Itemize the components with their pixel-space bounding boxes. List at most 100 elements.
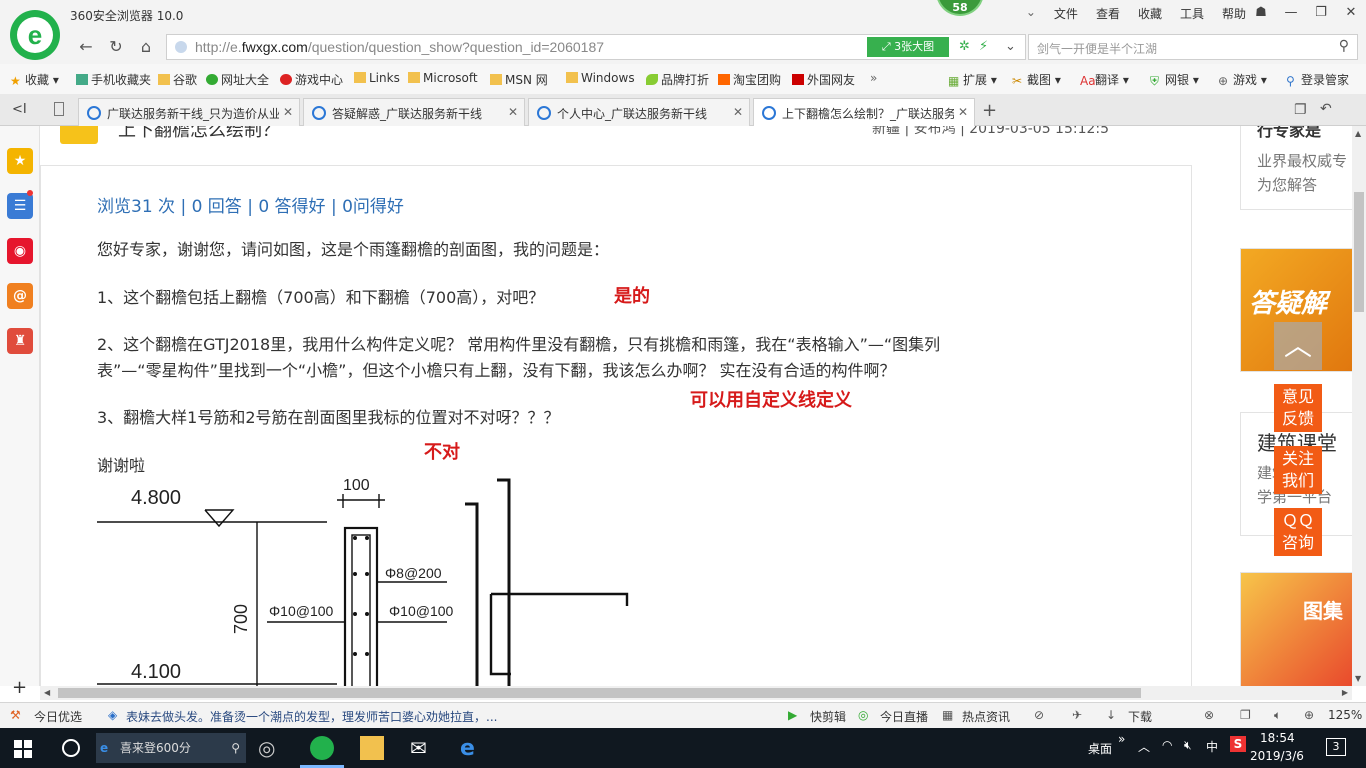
follow-us-button[interactable]: 关注 我们 xyxy=(1274,446,1322,494)
qq-consult-button[interactable]: ＱＱ 咨询 xyxy=(1274,508,1322,556)
tool-translate[interactable]: Aa翻译 ▾ xyxy=(1080,71,1129,88)
bookmark-foreign[interactable]: 外国网友 xyxy=(792,71,855,88)
scroll-left-icon[interactable]: ◀ xyxy=(44,688,50,697)
speaker-muted-icon[interactable]: 🔇︎ xyxy=(1184,738,1192,753)
search-input[interactable]: 剑气一开便是半个江湖 xyxy=(1037,40,1157,57)
big-pic-button[interactable]: ⤢ 3张大图 xyxy=(867,37,949,57)
search-box[interactable]: 剑气一开便是半个江湖 ⚲ xyxy=(1028,34,1358,60)
tab-qa[interactable]: 答疑解惑_广联达服务新干线 ✕ xyxy=(303,98,525,126)
bookmark-brand[interactable]: 品牌打折 xyxy=(646,71,709,88)
reload-icon[interactable]: ↻ xyxy=(106,37,126,57)
scroll-down-icon[interactable]: ▼ xyxy=(1355,674,1361,683)
address-bar[interactable]: http://e.fwxgx.com/question/question_sho… xyxy=(166,34,1026,60)
volume-icon[interactable]: 🔈︎ xyxy=(1274,708,1281,723)
browser-logo-icon[interactable]: e xyxy=(10,10,60,60)
tray-expand-icon[interactable]: ︿ xyxy=(1138,738,1150,755)
more-bookmarks-icon[interactable]: » xyxy=(870,71,877,85)
bookmark-taobao[interactable]: 淘宝团购 xyxy=(718,71,781,88)
window-icon[interactable]: ❐ xyxy=(1240,708,1251,722)
search-icon[interactable]: ⚲ xyxy=(231,733,240,763)
skin-icon[interactable]: ☗ xyxy=(1246,0,1276,26)
page-icon[interactable] xyxy=(54,102,64,116)
horizontal-scrollbar[interactable]: ◀ ▶ xyxy=(40,686,1352,700)
zoom-level[interactable]: 125% xyxy=(1328,708,1362,722)
list-icon[interactable]: ☰ xyxy=(7,193,33,219)
desktop-chevron-icon[interactable]: » xyxy=(1118,732,1125,746)
notification-center-icon[interactable]: 3 xyxy=(1326,738,1346,756)
close-icon[interactable]: ✕ xyxy=(278,105,293,119)
windows-start-icon[interactable] xyxy=(14,740,32,758)
tool-screenshot[interactable]: ✂ 截图 ▾ xyxy=(1012,71,1061,88)
today-picks-link[interactable]: 今日优选 xyxy=(34,708,82,725)
pin-icon[interactable]: ✈ xyxy=(1072,708,1082,722)
undo-close-icon[interactable]: ↶ xyxy=(1320,101,1332,117)
bookmark-nav[interactable]: 网址大全 xyxy=(206,71,269,88)
tab-service[interactable]: 广联达服务新干线_只为造价从业 ✕ xyxy=(78,98,300,126)
chevron-down-icon[interactable]: ⌄ xyxy=(1005,39,1016,54)
cortana-icon[interactable] xyxy=(62,739,80,757)
lightning-icon[interactable]: ⚡ xyxy=(979,39,988,54)
gear-icon[interactable]: ✲ xyxy=(959,39,970,54)
mail-app-icon[interactable]: ✉ xyxy=(410,736,434,760)
expert-ad[interactable]: 行专家是 业界最权威专 为您解答 xyxy=(1240,126,1352,210)
menu-view[interactable]: 查看 xyxy=(1096,5,1120,22)
back-to-top-button[interactable]: ︿ xyxy=(1274,322,1322,370)
url-text[interactable]: http://e.fwxgx.com/question/question_sho… xyxy=(195,39,604,55)
bookmark-msn[interactable]: MSN 网 xyxy=(490,71,548,88)
mail-icon[interactable]: @ xyxy=(7,283,33,309)
sogou-icon[interactable]: S xyxy=(1230,736,1246,752)
question-stats[interactable]: 浏览31 次 | 0 回答 | 0 答得好 | 0问得好 xyxy=(97,192,404,217)
weibo-icon[interactable]: ◉ xyxy=(7,238,33,264)
favorites-star-icon[interactable]: ★ xyxy=(7,148,33,174)
desktop-label[interactable]: 桌面 xyxy=(1088,740,1112,757)
file-explorer-icon[interactable] xyxy=(360,736,384,760)
wifi-icon[interactable]: ◠ xyxy=(1162,738,1172,752)
close-icon[interactable]: ✕ xyxy=(503,105,518,119)
tab-profile[interactable]: 个人中心_广联达服务新干线 ✕ xyxy=(528,98,750,126)
tab-list-icon[interactable]: ❐ xyxy=(1294,102,1307,118)
tool-login-manager[interactable]: ⚲ 登录管家 xyxy=(1286,71,1349,88)
maximize-button[interactable]: ❐ xyxy=(1306,0,1336,26)
atlas-ad[interactable]: 图集 xyxy=(1240,572,1352,686)
minimize-button[interactable]: — xyxy=(1276,0,1306,26)
menu-help[interactable]: 帮助 xyxy=(1222,5,1246,22)
scroll-up-icon[interactable]: ▲ xyxy=(1355,129,1361,138)
bookmark-microsoft[interactable]: Microsoft xyxy=(408,71,478,85)
scroll-right-icon[interactable]: ▶ xyxy=(1342,688,1348,697)
bookmark-favorites[interactable]: ★ 收藏 ▾ xyxy=(10,71,59,88)
home-icon[interactable]: ⌂ xyxy=(136,37,156,57)
taskbar-search[interactable]: e 喜来登600分 ⚲ xyxy=(96,733,246,763)
quick-edit-link[interactable]: 快剪辑 xyxy=(810,708,846,725)
clean-icon[interactable]: ⊗ xyxy=(1204,708,1214,722)
bookmark-games[interactable]: 游戏中心 xyxy=(280,71,343,88)
chevron-down-icon[interactable]: ⌄ xyxy=(1026,5,1036,22)
tool-games[interactable]: ⊕ 游戏 ▾ xyxy=(1218,71,1267,88)
bookmark-windows[interactable]: Windows xyxy=(566,71,635,85)
live-link[interactable]: 今日直播 xyxy=(880,708,928,725)
clock-date[interactable]: 2019/3/6 xyxy=(1250,749,1304,763)
add-sidebar-icon[interactable]: + xyxy=(12,677,27,698)
news-ticker[interactable]: 表妹去做头发。准备烫一个潮点的发型，理发师苦口婆心劝她拉直，... xyxy=(126,708,497,725)
bookmark-google[interactable]: 谷歌 xyxy=(158,71,197,88)
horizontal-scroll-thumb[interactable] xyxy=(58,688,1141,698)
browser-360-icon[interactable] xyxy=(310,736,334,760)
close-button[interactable]: ✕ xyxy=(1336,0,1366,26)
search-icon[interactable]: ⚲ xyxy=(1339,38,1349,54)
tool-bank[interactable]: ⛨ 网银 ▾ xyxy=(1150,71,1199,88)
sidebar-toggle-icon[interactable]: <I xyxy=(12,102,27,117)
ime-icon[interactable]: 中 xyxy=(1206,738,1218,755)
speed-icon[interactable]: ⊘ xyxy=(1034,708,1044,722)
menu-tools[interactable]: 工具 xyxy=(1180,5,1204,22)
vertical-scroll-thumb[interactable] xyxy=(1354,192,1364,312)
close-icon[interactable]: ✕ xyxy=(953,105,968,119)
tool-extensions[interactable]: ▦ 扩展 ▾ xyxy=(948,71,997,88)
bookmark-links[interactable]: Links xyxy=(354,71,400,85)
task-view-icon[interactable]: ◎ xyxy=(258,736,282,760)
hot-news-link[interactable]: 热点资讯 xyxy=(962,708,1010,725)
menu-favorites[interactable]: 收藏 xyxy=(1138,5,1162,22)
level-badge[interactable]: 58 xyxy=(936,0,984,16)
new-tab-button[interactable]: + xyxy=(982,100,997,121)
bookmark-mobile[interactable]: 手机收藏夹 xyxy=(76,71,151,88)
download-link[interactable]: 下载 xyxy=(1128,708,1152,725)
close-icon[interactable]: ✕ xyxy=(728,105,743,119)
